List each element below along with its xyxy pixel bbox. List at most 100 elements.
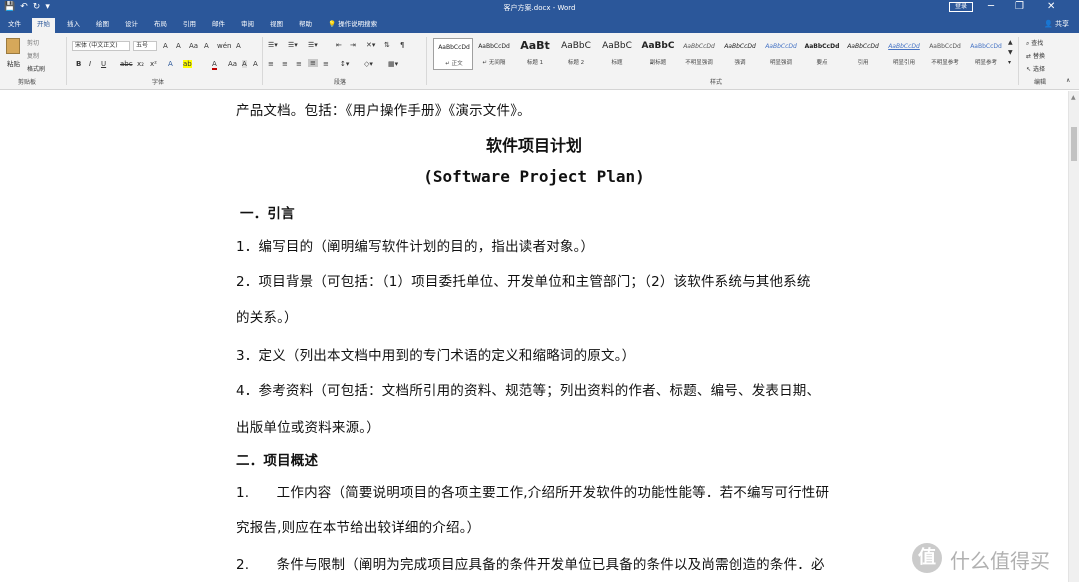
style-intense-reference[interactable]: AaBbCcDd 明显参考 [966,38,1006,70]
find-button[interactable]: ⌕ 查找 [1026,38,1043,48]
style-quote[interactable]: AaBbCcDd 引用 [843,38,883,70]
close-icon[interactable]: ✕ [1047,1,1055,13]
style-heading-2[interactable]: AaBbC 标题 2 [556,38,596,70]
scroll-thumb[interactable] [1071,127,1077,161]
doc-paragraph[interactable]: 4．参考资料（可包括：文档所引用的资料、规范等；列出资料的作者、标题、编号、发表… [236,379,820,399]
numbering-icon[interactable]: ☰▾ [288,41,298,49]
font-color-icon[interactable]: A [212,60,217,70]
tab-draw[interactable]: 绘图 [96,19,109,29]
doc-paragraph[interactable]: 产品文档。包括：《用户操作手册》《演示文件》。 [236,99,531,119]
doc-paragraph[interactable]: 1．编写目的（阐明编写软件计划的目的，指出读者对象。） [236,235,594,255]
doc-title[interactable]: 软件项目计划 [0,132,1068,156]
style-normal[interactable]: AaBbCcDd ↵ 正文 [433,38,473,70]
increase-indent-icon[interactable]: ⇥ [350,41,356,49]
cut-button[interactable]: 剪切 [27,38,39,47]
restore-icon[interactable]: ❐ [1015,1,1024,13]
doc-paragraph[interactable]: 2. 条件与限制（阐明为完成项目应具备的条件开发单位已具备的条件以及尚需创造的条… [236,553,825,573]
sort-icon[interactable]: ⇅ [384,41,390,49]
tab-references[interactable]: 引用 [183,19,196,29]
tab-help[interactable]: 帮助 [299,19,312,29]
subscript-icon[interactable]: x₂ [137,60,144,68]
strikethrough-icon[interactable]: abc [120,60,133,68]
style-subtle-emphasis[interactable]: AaBbCcDd 不明显强调 [679,38,719,70]
tell-me-search[interactable]: 💡 操作说明搜索 [328,19,377,29]
style-subtitle[interactable]: AaBbC 副标题 [638,38,678,70]
style-subtle-reference[interactable]: AaBbCcDd 不明显参考 [925,38,965,70]
tab-mailings[interactable]: 邮件 [212,19,225,29]
superscript-icon[interactable]: x² [150,60,157,68]
grow-font-icon[interactable]: A [163,42,168,50]
text-effects-icon[interactable]: A [168,60,173,68]
replace-button[interactable]: ⇄ 替换 [1026,51,1045,60]
collapse-ribbon-icon[interactable]: ∧ [1066,77,1070,84]
style-intense-quote[interactable]: AaBbCcDd 明显引用 [884,38,924,70]
style-title[interactable]: AaBbC 标题 [597,38,637,70]
minimize-icon[interactable]: ─ [988,1,994,13]
tab-insert[interactable]: 插入 [67,19,80,29]
italic-icon[interactable]: I [89,60,91,68]
decrease-indent-icon[interactable]: ⇤ [336,41,342,49]
select-button[interactable]: ↖ 选择 [1026,64,1045,73]
styles-scroll-down-icon[interactable]: ▼ [1008,49,1013,56]
copy-button[interactable]: 复制 [27,51,39,60]
style-heading-1[interactable]: AaBt 标题 1 [515,38,555,70]
vertical-scrollbar[interactable]: ▲ [1068,91,1079,582]
doc-paragraph[interactable]: 的关系。） [236,306,298,326]
chinese-layout-icon[interactable]: ✕▾ [366,41,375,49]
font-size-case-icon[interactable]: Aa [228,60,237,68]
tab-review[interactable]: 审阅 [241,19,254,29]
doc-paragraph[interactable]: 出版单位或资料来源。） [236,416,380,436]
bold-icon[interactable]: B [76,60,81,68]
document-page[interactable]: 产品文档。包括：《用户操作手册》《演示文件》。 软件项目计划 (Software… [0,91,1068,582]
shrink-font-icon[interactable]: A [176,42,181,50]
doc-paragraph[interactable]: 2．项目背景（可包括：（1）项目委托单位、开发单位和主管部门；（2）该软件系统与… [236,270,811,290]
style-emphasis[interactable]: AaBbCcDd 强调 [720,38,760,70]
doc-section-heading[interactable]: 二．项目概述 [236,449,318,469]
style-preview: AaBbCcDd [478,43,510,50]
ribbon-divider [66,37,67,85]
char-shading-icon[interactable]: A [242,60,247,68]
style-no-spacing[interactable]: AaBbCcDd ↵ 无间隔 [474,38,514,70]
align-left-icon[interactable]: ≡ [268,60,274,68]
doc-subtitle[interactable]: (Software Project Plan) [0,167,1068,186]
document-area[interactable]: 产品文档。包括：《用户操作手册》《演示文件》。 软件项目计划 (Software… [0,91,1068,582]
tab-view[interactable]: 视图 [270,19,283,29]
clear-format-icon[interactable]: A [204,42,209,50]
distributed-icon[interactable]: ≡ [323,60,329,68]
multilevel-list-icon[interactable]: ☰▾ [308,41,318,49]
paste-icon[interactable] [6,38,20,54]
justify-icon[interactable]: ≡ [308,59,318,67]
line-spacing-icon[interactable]: ↕▾ [340,60,349,68]
underline-icon[interactable]: U [101,60,106,68]
font-size-select[interactable]: 五号 [133,41,157,51]
styles-more-icon[interactable]: ▾ [1008,59,1011,66]
enclose-char-icon[interactable]: A [253,60,258,68]
signin-button[interactable]: 登录 [949,2,973,12]
change-case-icon[interactable]: Aa [189,42,198,50]
align-right-icon[interactable]: ≡ [296,60,302,68]
style-intense-emphasis[interactable]: AaBbCcDd 明显强调 [761,38,801,70]
highlight-icon[interactable]: ab [183,60,192,68]
show-marks-icon[interactable]: ¶ [400,41,404,49]
doc-paragraph[interactable]: 3．定义（列出本文档中用到的专门术语的定义和缩略词的原文。） [236,344,635,364]
doc-section-heading[interactable]: 一．引言 [240,202,295,222]
style-strong[interactable]: AaBbCcDd 要点 [802,38,842,70]
align-center-icon[interactable]: ≡ [282,60,288,68]
tab-file[interactable]: 文件 [8,19,21,29]
share-button[interactable]: 👤 共享 [1044,19,1069,29]
format-painter-button[interactable]: 格式刷 [27,64,45,73]
paste-button[interactable]: 粘贴 [7,58,20,68]
tab-design[interactable]: 设计 [125,19,138,29]
doc-paragraph[interactable]: 究报告,则应在本节给出较详细的介绍。） [236,516,480,536]
tab-home[interactable]: 开始 [32,18,55,33]
scroll-up-icon[interactable]: ▲ [1071,94,1076,101]
styles-scroll-up-icon[interactable]: ▲ [1008,39,1013,46]
bullets-icon[interactable]: ☰▾ [268,41,278,49]
phonetic-guide-icon[interactable]: wén [217,42,231,50]
char-border-icon[interactable]: A [236,42,241,50]
font-name-select[interactable]: 宋体 (中文正文) [72,41,130,51]
tab-layout[interactable]: 布局 [154,19,167,29]
borders-icon[interactable]: ▦▾ [388,60,398,68]
shading-icon[interactable]: ◇▾ [364,60,373,68]
doc-paragraph[interactable]: 1. 工作内容（简要说明项目的各项主要工作,介绍所开发软件的功能性能等．若不编写… [236,481,829,501]
